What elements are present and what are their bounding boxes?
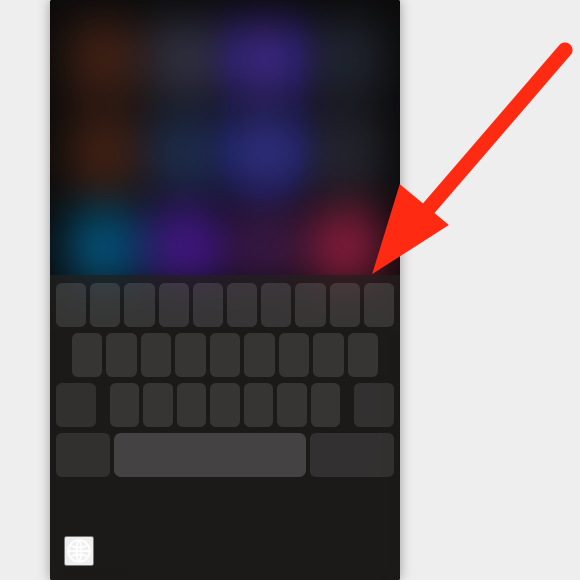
key-x[interactable] — [143, 383, 172, 427]
keyboard-row-4 — [54, 433, 396, 477]
key-m[interactable] — [311, 383, 340, 427]
key-o[interactable] — [330, 283, 360, 327]
numbers-key[interactable] — [56, 433, 110, 477]
key-h[interactable] — [244, 333, 274, 377]
key-a[interactable] — [72, 333, 102, 377]
key-t[interactable] — [193, 283, 223, 327]
phone-screen — [50, 0, 400, 580]
keyboard-row-3 — [54, 383, 396, 427]
key-g[interactable] — [210, 333, 240, 377]
key-b[interactable] — [244, 383, 273, 427]
keyboard-row-1 — [54, 283, 396, 327]
key-r[interactable] — [159, 283, 189, 327]
key-n[interactable] — [277, 383, 306, 427]
keyboard-row-2 — [54, 333, 396, 377]
key-v[interactable] — [210, 383, 239, 427]
key-q[interactable] — [56, 283, 86, 327]
key-c[interactable] — [177, 383, 206, 427]
key-u[interactable] — [261, 283, 291, 327]
shift-key[interactable] — [56, 383, 96, 427]
keyboard-bottom-bar — [50, 510, 400, 580]
keyboard — [50, 275, 400, 580]
key-e[interactable] — [124, 283, 154, 327]
space-key[interactable] — [114, 433, 306, 477]
key-f[interactable] — [175, 333, 205, 377]
key-p[interactable] — [364, 283, 394, 327]
key-l[interactable] — [348, 333, 378, 377]
globe-icon[interactable] — [64, 536, 94, 566]
key-y[interactable] — [227, 283, 257, 327]
return-key[interactable] — [310, 433, 394, 477]
key-d[interactable] — [141, 333, 171, 377]
key-i[interactable] — [295, 283, 325, 327]
backspace-key[interactable] — [354, 383, 394, 427]
key-z[interactable] — [110, 383, 139, 427]
key-j[interactable] — [279, 333, 309, 377]
key-s[interactable] — [106, 333, 136, 377]
key-w[interactable] — [90, 283, 120, 327]
key-k[interactable] — [313, 333, 343, 377]
